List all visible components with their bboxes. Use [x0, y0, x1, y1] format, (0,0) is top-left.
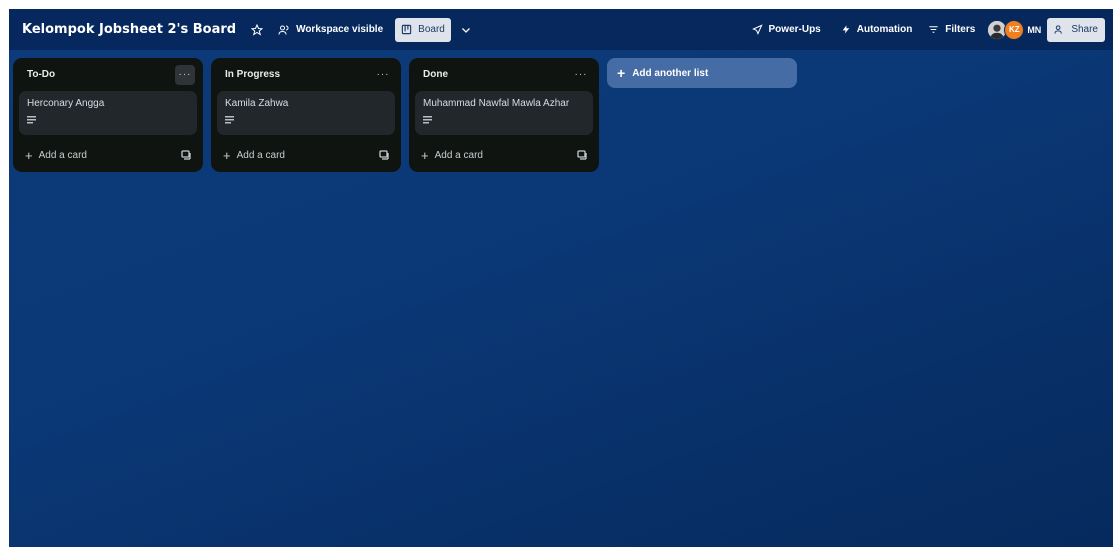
plus-icon: +	[25, 147, 33, 163]
people-icon	[278, 25, 289, 35]
list-header: In Progress ···	[217, 64, 395, 85]
create-from-template-button[interactable]	[179, 148, 193, 162]
list-footer: + Add a card	[19, 145, 197, 165]
board-header: Kelompok Jobsheet 2's Board Workspace vi…	[9, 9, 1113, 50]
filters-button[interactable]: Filters	[922, 18, 981, 42]
more-icon: ···	[376, 69, 390, 80]
share-button[interactable]: Share	[1047, 17, 1105, 42]
card-title: Herconary Angga	[27, 98, 105, 109]
template-icon	[181, 150, 191, 160]
filter-icon	[929, 26, 938, 33]
add-card-label: Add a card	[236, 149, 285, 161]
card[interactable]: Herconary Angga	[19, 91, 197, 135]
board-canvas: Kelompok Jobsheet 2's Board Workspace vi…	[9, 9, 1113, 547]
more-icon: ···	[178, 69, 192, 80]
more-icon: ···	[574, 69, 588, 80]
list-footer: + Add a card	[415, 145, 593, 165]
template-icon	[577, 150, 587, 160]
board-title[interactable]: Kelompok Jobsheet 2's Board	[22, 22, 236, 37]
card-title: Kamila Zahwa	[225, 98, 289, 109]
create-from-template-button[interactable]	[575, 148, 589, 162]
power-ups-label: Power-Ups	[768, 24, 821, 35]
list-title[interactable]: Done	[423, 69, 448, 80]
card[interactable]: Muhammad Nawfal Mawla Azhar	[415, 91, 593, 135]
add-card-label: Add a card	[434, 149, 483, 161]
plus-icon: +	[223, 147, 231, 163]
template-icon	[379, 150, 389, 160]
visibility-button[interactable]: Workspace visible	[272, 18, 389, 42]
add-person-icon	[1054, 25, 1063, 34]
view-switcher-button[interactable]	[455, 19, 477, 41]
add-list-label: Add another list	[632, 67, 709, 79]
list-title[interactable]: In Progress	[225, 69, 280, 80]
list-menu-button[interactable]: ···	[175, 64, 195, 85]
plus-icon: +	[617, 65, 626, 81]
add-card-button[interactable]: + Add a card	[25, 149, 87, 162]
member-avatars: KZ MN	[987, 19, 1041, 40]
card[interactable]: Kamila Zahwa	[217, 91, 395, 135]
share-label: Share	[1071, 24, 1098, 35]
automation-button[interactable]: Automation	[835, 18, 919, 42]
avatar-mn[interactable]: MN	[1027, 20, 1041, 40]
add-card-label: Add a card	[38, 149, 87, 161]
list-menu-button[interactable]: ···	[373, 65, 393, 85]
create-from-template-button[interactable]	[377, 148, 391, 162]
list-todo[interactable]: To-Do ··· Herconary Angga + Add a card	[13, 58, 203, 172]
lists-container: To-Do ··· Herconary Angga + Add a card I…	[13, 58, 797, 172]
visibility-label: Workspace visible	[296, 24, 384, 35]
lightning-icon	[842, 25, 850, 34]
power-ups-button[interactable]: Power-Ups	[746, 18, 827, 42]
add-list-button[interactable]: + Add another list	[607, 58, 797, 88]
board-view-button[interactable]: Board	[395, 17, 451, 42]
board-view-icon	[401, 24, 412, 35]
add-card-button[interactable]: + Add a card	[223, 149, 285, 162]
description-icon	[225, 116, 234, 124]
list-in-progress[interactable]: In Progress ··· Kamila Zahwa + Add a car…	[211, 58, 401, 172]
avatar-kz[interactable]: KZ	[1004, 19, 1025, 40]
list-title[interactable]: To-Do	[27, 69, 55, 80]
filters-label: Filters	[945, 24, 976, 35]
star-button[interactable]	[246, 19, 268, 41]
list-done[interactable]: Done ··· Muhammad Nawfal Mawla Azhar + A…	[409, 58, 599, 172]
board-view-label: Board	[418, 24, 445, 35]
automation-label: Automation	[856, 24, 913, 35]
rocket-icon	[751, 24, 763, 35]
description-icon	[27, 116, 36, 124]
star-icon	[251, 23, 264, 36]
card-title: Muhammad Nawfal Mawla Azhar	[423, 98, 570, 109]
list-header: Done ···	[415, 64, 593, 85]
description-icon	[423, 116, 432, 124]
list-footer: + Add a card	[217, 145, 395, 165]
list-header: To-Do ···	[19, 64, 197, 85]
list-menu-button[interactable]: ···	[571, 65, 591, 85]
plus-icon: +	[421, 147, 429, 163]
add-card-button[interactable]: + Add a card	[421, 149, 483, 162]
chevron-down-icon	[461, 27, 470, 33]
